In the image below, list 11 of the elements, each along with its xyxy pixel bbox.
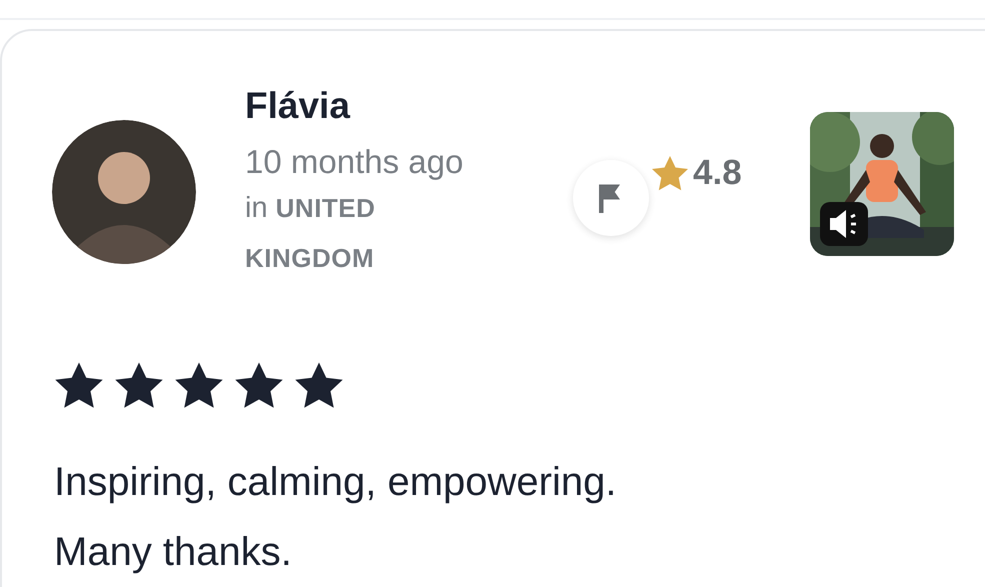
star-icon	[114, 361, 164, 409]
star-icon	[174, 361, 224, 409]
star-icon	[234, 361, 284, 409]
star-icon	[651, 155, 689, 191]
teacher-rating: 4.8	[693, 153, 742, 193]
reviewer-name: Flávia	[245, 84, 352, 128]
review-time: 10 months ago	[245, 142, 464, 182]
star-icon	[54, 361, 104, 409]
reviewer-location: in UNITED KINGDOM	[245, 191, 376, 275]
review-text: Inspiring, calming, empowering. Many thanks.	[54, 459, 618, 576]
star-icon	[294, 361, 344, 409]
